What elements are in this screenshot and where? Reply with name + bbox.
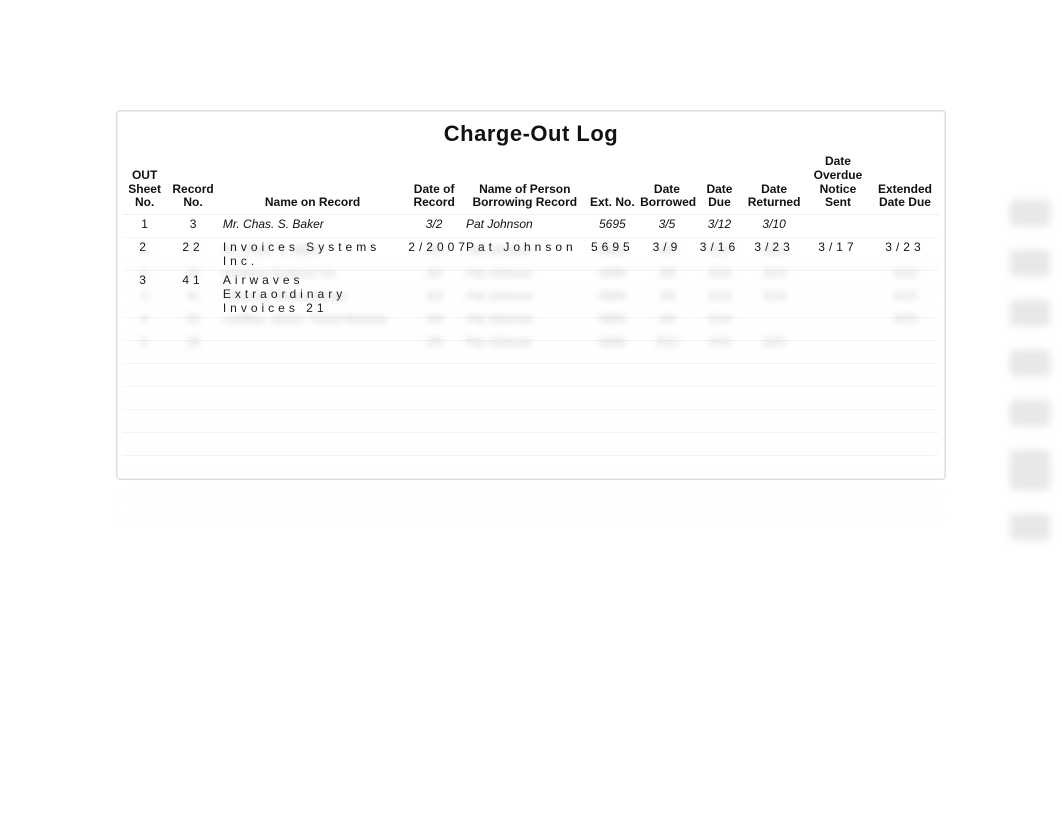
cell-dborrowed [638,271,696,318]
empty-row [123,318,939,341]
cell-borrower: Pat Johnson [463,238,587,271]
cell-extdue [871,215,939,238]
cell-returned: 3/10 [743,215,805,238]
page-title: Charge-Out Log [123,117,939,153]
cell-name: Mr. Chas. S. Baker [220,215,405,238]
cell-overdue [805,271,871,318]
col-rec: Record No. [166,153,220,215]
cell-dborrowed: 3/5 [638,215,696,238]
cell-out: 3 [123,271,166,318]
cell-rec: 3 [166,215,220,238]
cell-dborrowed: 3/9 [638,238,696,271]
cell-rec: 41 [166,271,220,318]
col-dbor: Date Borrowed [638,153,696,215]
col-over: Date Overdue Notice Sent [805,153,871,215]
document-page: Charge-Out Log 13Mr. Chas. S. Baker3/2Pa… [0,0,1062,822]
col-due: Date Due [696,153,743,215]
empty-row [123,341,939,364]
table-row: 222Invoices Systems Inc.2/2007Pat Johnso… [123,238,939,271]
table-row: 13Mr. Chas. S. Baker3/2Pat Johnson56953/… [123,215,939,238]
cell-rec: 22 [166,238,220,271]
cell-name: Airwaves Extraordinary Invoices 21 [220,271,405,318]
cell-due [696,271,743,318]
log-sheet: Charge-Out Log 13Mr. Chas. S. Baker3/2Pa… [116,110,946,480]
cell-borrower [463,271,587,318]
cell-out: 2 [123,238,166,271]
cell-due: 3/16 [696,238,743,271]
cell-overdue [805,215,871,238]
cell-dor: 2/2007 [405,238,463,271]
col-borr: Name of Person Borrowing Record [463,153,587,215]
cell-overdue: 3/17 [805,238,871,271]
col-out: OUT Sheet No. [123,153,166,215]
col-name: Name on Record [220,153,405,215]
cell-dor [405,271,463,318]
cell-ext: 5695 [587,215,639,238]
col-ret: Date Returned [743,153,805,215]
empty-row [123,456,939,479]
cell-borrower: Pat Johnson [463,215,587,238]
cell-ext: 5695 [587,238,639,271]
cell-due: 3/12 [696,215,743,238]
empty-row [123,410,939,433]
empty-row [123,387,939,410]
cell-returned [743,271,805,318]
table-row: 341Airwaves Extraordinary Invoices 21 [123,271,939,318]
empty-row [123,364,939,387]
cell-name: Invoices Systems Inc. [220,238,405,271]
cell-ext [587,271,639,318]
cell-out: 1 [123,215,166,238]
cell-dor: 3/2 [405,215,463,238]
cell-extdue: 3/23 [871,238,939,271]
empty-row [123,433,939,456]
cell-extdue [871,271,939,318]
cell-returned: 3/23 [743,238,805,271]
header-row: OUT Sheet No. Record No. Name on Record … [123,153,939,215]
col-dor: Date of Record [405,153,463,215]
log-table: OUT Sheet No. Record No. Name on Record … [123,153,939,479]
col-extd: Extended Date Due [871,153,939,215]
col-ext: Ext. No. [587,153,639,215]
edge-blur-labels [1010,200,1050,564]
